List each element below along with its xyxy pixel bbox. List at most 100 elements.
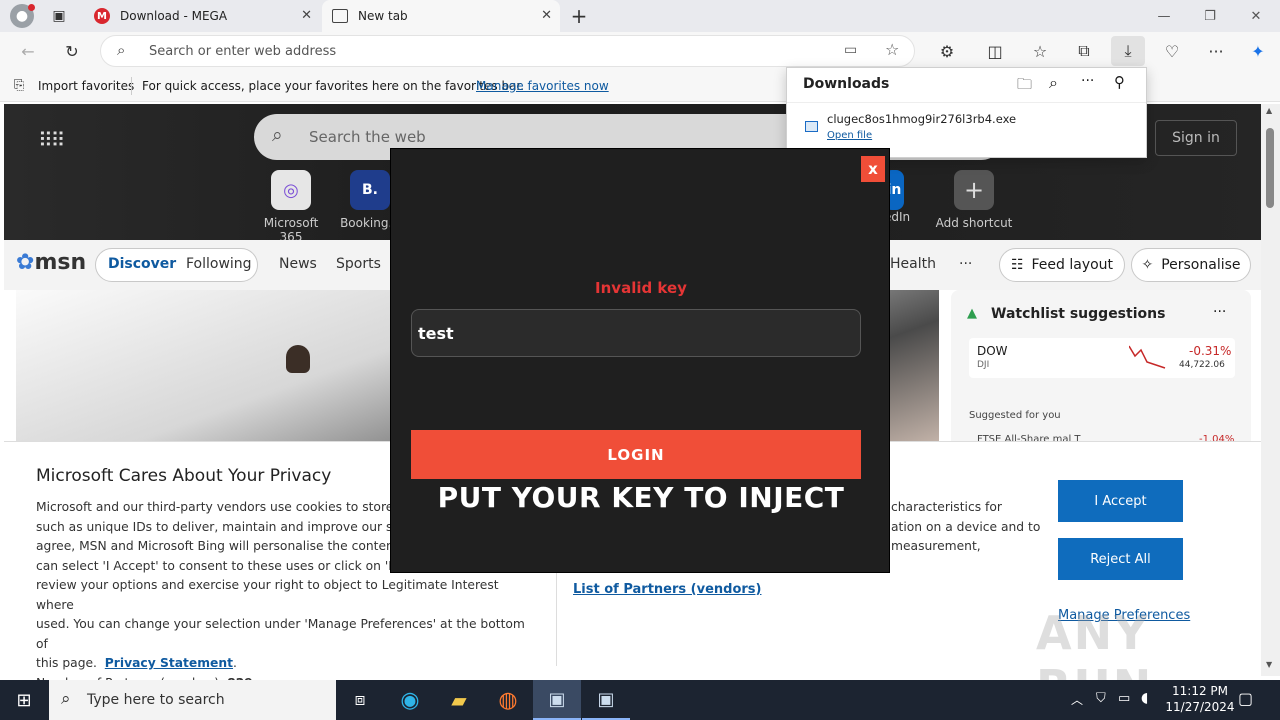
network-icon[interactable]: ▭ xyxy=(1118,691,1130,706)
manage-favorites-link[interactable]: Manage favorites now xyxy=(476,79,609,93)
taskbar-search[interactable]: ⌕ Type here to search xyxy=(49,680,336,720)
privacy-title: Microsoft Cares About Your Privacy xyxy=(36,466,332,486)
clock-date: 11/27/2024 xyxy=(1165,700,1235,714)
downloads-icon[interactable]: ⤓ xyxy=(1111,36,1145,66)
firefox-icon[interactable]: ◍ xyxy=(484,680,532,720)
sign-in-button[interactable]: Sign in xyxy=(1155,120,1237,156)
login-button[interactable]: LOGIN xyxy=(411,430,861,479)
pin-icon[interactable]: ⚲ xyxy=(1114,73,1125,91)
back-icon[interactable]: ← xyxy=(14,38,42,64)
tab-discover[interactable]: Discover xyxy=(108,256,176,272)
injector-close-button[interactable]: x xyxy=(861,156,885,182)
nav-health[interactable]: Health xyxy=(890,256,936,272)
watchlist-title: Watchlist suggestions xyxy=(991,306,1166,322)
nav-sports[interactable]: Sports xyxy=(336,256,381,272)
nav-news[interactable]: News xyxy=(279,256,317,272)
animal-figure xyxy=(286,345,310,373)
downloads-panel: Downloads 🗀 ⌕ ··· ⚲ clugec8os1hmog9ir276… xyxy=(786,67,1147,158)
address-bar[interactable]: ⌕ Search or enter web address ▭ ☆ xyxy=(100,35,915,67)
tab-bar: ● ▣ M Download - MEGA ✕ New tab ✕ + — ❐ … xyxy=(0,0,1280,32)
split-screen-icon[interactable]: ◫ xyxy=(981,38,1009,64)
personalise-label: Personalise xyxy=(1161,257,1241,273)
taskbar: ⊞ ⌕ Type here to search ⧈ ◉ ▰ ◍ ▣ ▣ ︿ ⛉ … xyxy=(0,680,1280,720)
tab-mega[interactable]: M Download - MEGA ✕ xyxy=(84,0,320,32)
close-window-icon[interactable]: ✕ xyxy=(1233,4,1279,28)
start-windows-icon[interactable]: ⊞ xyxy=(0,680,48,720)
close-tab-icon[interactable]: ✕ xyxy=(541,8,552,23)
edge-icon[interactable]: ◉ xyxy=(386,680,434,720)
tab-actions-icon[interactable]: ▣ xyxy=(48,6,70,26)
tray-chevron-icon[interactable]: ︿ xyxy=(1071,691,1083,708)
open-folder-icon[interactable]: 🗀 xyxy=(1017,74,1032,99)
privacy-this-page: this page. xyxy=(36,656,97,670)
stock-change: -0.31% xyxy=(1189,344,1232,358)
extensions-icon[interactable]: ⚙ xyxy=(933,38,961,64)
browser-essentials-icon[interactable]: ♡ xyxy=(1158,38,1186,64)
new-tab-button[interactable]: + xyxy=(568,4,590,28)
reject-all-button[interactable]: Reject All xyxy=(1058,538,1183,580)
list-of-partners-link[interactable]: List of Partners (vendors) xyxy=(573,582,761,597)
tab-title: New tab xyxy=(358,9,408,23)
tab-newtab[interactable]: New tab ✕ xyxy=(322,0,560,32)
close-tab-icon[interactable]: ✕ xyxy=(301,8,312,23)
more-icon[interactable]: ··· xyxy=(1081,73,1094,89)
minimize-icon[interactable]: — xyxy=(1141,4,1187,28)
web-search-placeholder: Search the web xyxy=(309,128,426,146)
restore-icon[interactable]: ❐ xyxy=(1187,4,1233,28)
stock-price: 44,722.06 xyxy=(1179,360,1225,370)
stock-sub: DJI xyxy=(977,360,990,370)
privacy-line: characteristics for xyxy=(891,500,1002,514)
task-view-icon[interactable]: ⧈ xyxy=(336,680,384,720)
immersive-reader-icon[interactable]: ▭ xyxy=(844,42,857,58)
open-file-link[interactable]: Open file xyxy=(827,130,872,141)
key-input[interactable] xyxy=(411,309,861,357)
divider xyxy=(787,102,1146,103)
personalise-button[interactable]: ✧ Personalise xyxy=(1131,248,1251,282)
favorite-star-icon[interactable]: ☆ xyxy=(885,40,899,59)
security-icon[interactable]: ⛉ xyxy=(1096,691,1106,706)
stock-row[interactable]: DOW DJI -0.31% 44,722.06 xyxy=(969,338,1235,378)
msn-logo-text: msn xyxy=(34,250,87,275)
nav-more-icon[interactable]: ··· xyxy=(959,256,972,272)
file-exe-icon xyxy=(805,121,818,132)
volume-icon[interactable]: ◖ xyxy=(1141,690,1148,706)
file-explorer-icon[interactable]: ▰ xyxy=(435,680,483,720)
shortcut-microsoft365[interactable]: ◎ Microsoft 365 xyxy=(255,170,327,244)
scroll-up-icon[interactable]: ▲ xyxy=(1266,106,1272,115)
msn-logo[interactable]: ✿msn xyxy=(16,250,86,275)
sliders-icon: ☷ xyxy=(1010,257,1024,273)
privacy-line: used. You can change your selection unde… xyxy=(36,617,525,651)
watchlist-more-icon[interactable]: ··· xyxy=(1213,304,1226,320)
taskbar-search-placeholder: Type here to search xyxy=(87,692,225,708)
vertical-scrollbar[interactable]: ▲ ▼ xyxy=(1261,104,1280,676)
feed-layout-button[interactable]: ☷ Feed layout xyxy=(999,248,1125,282)
shortcut-label: Add shortcut xyxy=(935,216,1013,230)
add-shortcut-button[interactable]: + Add shortcut xyxy=(934,170,1014,230)
injector-title: PUT YOUR KEY TO INJECT xyxy=(437,481,845,514)
feed-layout-label: Feed layout xyxy=(1031,257,1114,273)
injector-window: x Invalid key LOGIN PUT YOUR KEY TO INJE… xyxy=(390,148,890,573)
refresh-icon[interactable]: ↻ xyxy=(58,38,86,64)
collections-icon[interactable]: ⧉ xyxy=(1070,38,1098,64)
favorites-icon[interactable]: ☆ xyxy=(1026,38,1054,64)
sparkline-icon xyxy=(1129,345,1166,369)
import-favorites-button[interactable]: Import favorites xyxy=(38,79,134,93)
app-launcher-icon[interactable]: ⠿⠿ xyxy=(38,128,65,152)
accept-button[interactable]: I Accept xyxy=(1058,480,1183,522)
butterfly-icon: ✿ xyxy=(16,250,35,275)
app-window-icon[interactable]: ▣ xyxy=(533,680,581,720)
app-window-icon[interactable]: ▣ xyxy=(582,680,630,720)
more-icon[interactable]: ··· xyxy=(1202,38,1230,64)
injector-status: Invalid key xyxy=(595,279,687,297)
clock[interactable]: 11:12 PM 11/27/2024 xyxy=(1160,683,1240,715)
scroll-thumb[interactable] xyxy=(1266,128,1274,208)
copilot-icon[interactable]: ✦ xyxy=(1244,38,1272,64)
privacy-right-text: characteristics for ation on a device an… xyxy=(891,498,1041,557)
notifications-icon[interactable]: ▢ xyxy=(1238,689,1253,708)
tab-following[interactable]: Following xyxy=(186,256,252,272)
import-icon: ⎘ xyxy=(14,78,25,93)
microsoft365-icon: ◎ xyxy=(271,170,311,210)
search-icon[interactable]: ⌕ xyxy=(1049,73,1058,93)
privacy-statement-link[interactable]: Privacy Statement xyxy=(105,656,233,670)
download-filename[interactable]: clugec8os1hmog9ir276l3rb4.exe xyxy=(827,112,1016,126)
